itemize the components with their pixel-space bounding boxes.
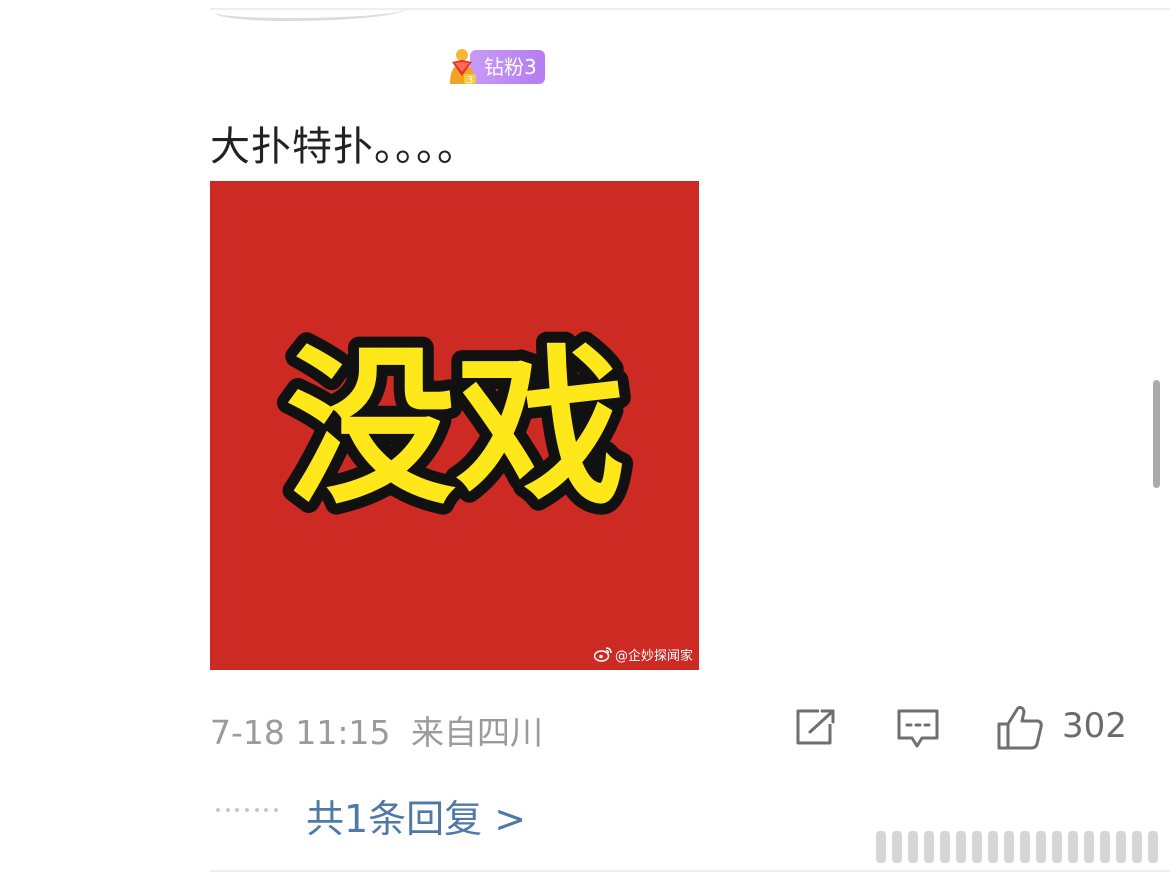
comment-text: 大扑特扑。。。。 (210, 124, 478, 170)
scrollbar[interactable] (1153, 380, 1160, 488)
share-icon[interactable] (795, 708, 837, 750)
timestamp: 7-18 11:15 (210, 713, 391, 752)
location: 来自四川 (411, 713, 543, 752)
comment-meta: 7-18 11:15 来自四川 (210, 706, 543, 754)
fan-badge[interactable]: 3 钻粉3 (446, 48, 545, 86)
diamond-fan-level-icon: 3 (446, 48, 480, 86)
comment-image[interactable]: 没戏 没戏 @企妙探闻家 (210, 181, 699, 670)
thumbs-up-icon[interactable] (996, 704, 1044, 754)
watermark-text: @企妙探闻家 (614, 649, 693, 664)
top-decoration (212, 0, 410, 21)
image-main-text: 没戏 没戏 (275, 319, 637, 539)
like-count: 302 (1062, 706, 1127, 746)
image-watermark: @企妙探闻家 (593, 645, 693, 664)
comment-icon[interactable] (896, 708, 940, 754)
svg-text:3: 3 (467, 75, 473, 86)
view-replies-link[interactable]: 共1条回复 > (306, 788, 526, 843)
bottom-placeholder-bar (876, 830, 1160, 864)
fan-badge-label: 钻粉3 (470, 50, 545, 84)
bottom-divider (210, 870, 1170, 872)
reply-dots (216, 808, 278, 812)
svg-text:没戏: 没戏 (286, 330, 626, 528)
weibo-logo-icon (593, 647, 612, 662)
